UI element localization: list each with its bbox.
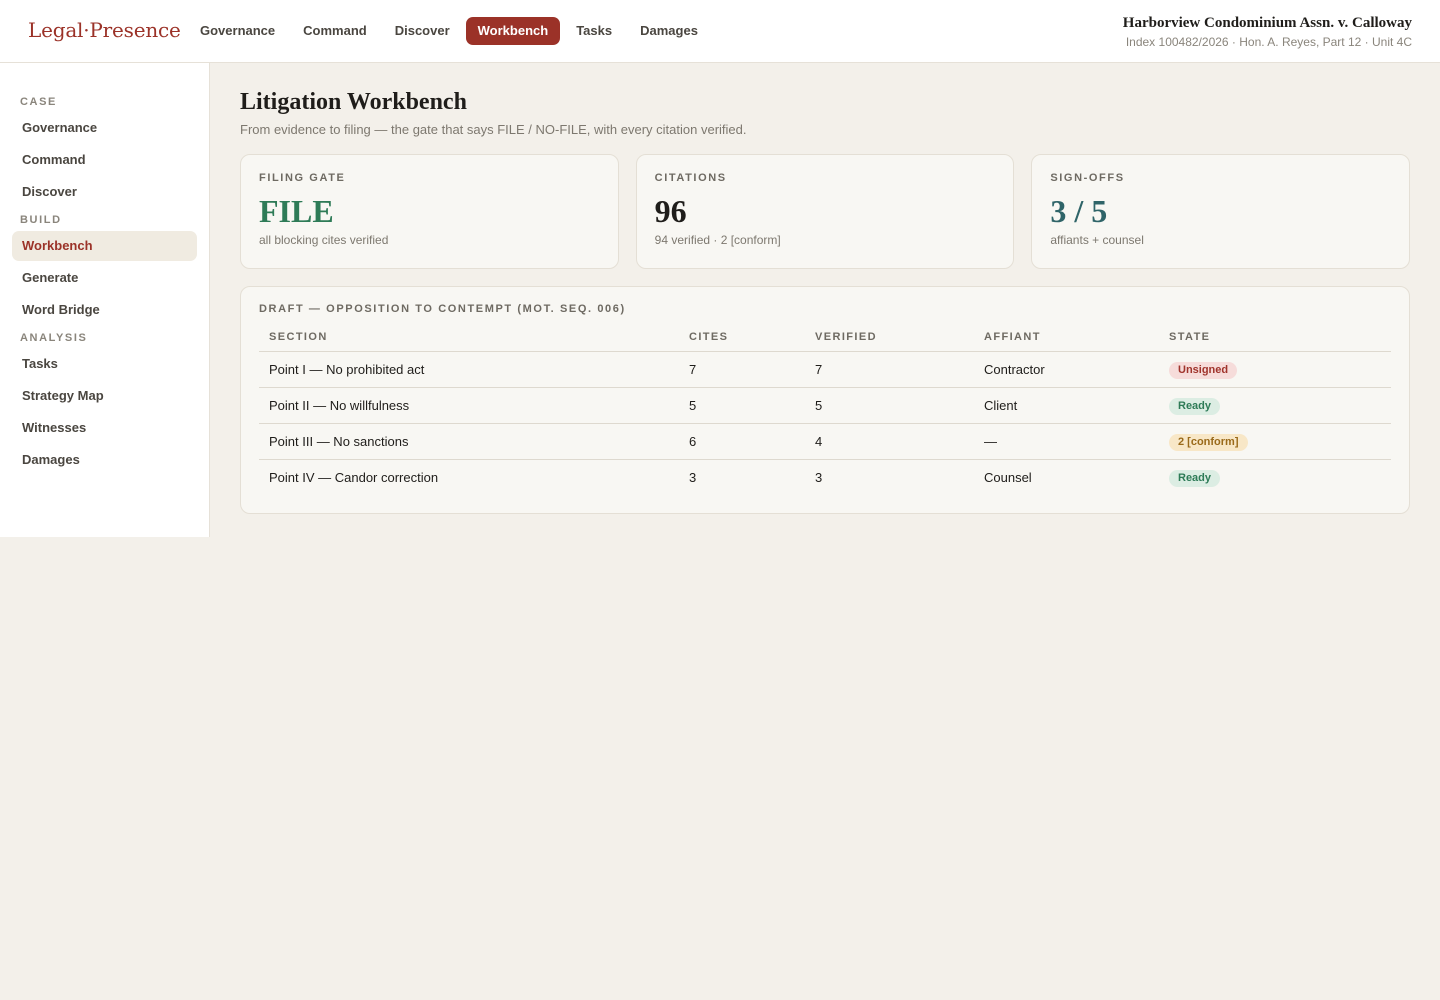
sidebar-section-case: CASE — [20, 96, 57, 108]
cell-affiant: — — [974, 423, 1159, 460]
draft-table: SECTION CITES VERIFIED AFFIANT STATE Poi… — [259, 331, 1391, 496]
filing-gate-value: FILE — [259, 193, 334, 229]
top-nav-tasks[interactable]: Tasks — [564, 17, 624, 45]
main-content: Litigation Workbench From evidence to fi… — [240, 63, 1411, 514]
status-badge: 2 [conform] — [1169, 433, 1248, 451]
sidebar-item-command[interactable]: Command — [12, 145, 197, 175]
column-header-state[interactable]: STATE — [1159, 331, 1391, 352]
column-header-section[interactable]: SECTION — [259, 331, 679, 352]
filing-gate-card: FILING GATE FILE all blocking cites veri… — [240, 154, 619, 269]
card-note: affiants + counsel — [1050, 233, 1144, 247]
table-row[interactable]: Point I — No prohibited act 7 7 Contract… — [259, 351, 1391, 388]
table-row[interactable]: Point II — No willfulness 5 5 Client Rea… — [259, 387, 1391, 424]
top-nav: Governance Command Discover Workbench Ta… — [188, 17, 710, 45]
column-header-cites[interactable]: CITES — [679, 331, 805, 352]
sidebar-item-strategy-map[interactable]: Strategy Map — [12, 381, 197, 411]
cell-section: Point II — No willfulness — [259, 387, 679, 424]
sidebar: CASE Governance Command Discover BUILD W… — [0, 63, 210, 537]
top-nav-damages[interactable]: Damages — [628, 17, 710, 45]
cell-affiant: Counsel — [984, 470, 1032, 486]
top-nav-discover[interactable]: Discover — [383, 17, 462, 45]
sidebar-item-workbench[interactable]: Workbench — [12, 231, 197, 261]
table-row[interactable]: Point III — No sanctions 6 4 — 2 [confor… — [259, 423, 1391, 460]
table-header-row: SECTION CITES VERIFIED AFFIANT STATE — [259, 331, 1391, 352]
cell-cites: 7 — [679, 351, 805, 388]
sidebar-item-damages[interactable]: Damages — [12, 445, 197, 475]
sidebar-section-build: BUILD — [20, 214, 62, 226]
card-label: CITATIONS — [654, 172, 727, 184]
card-note: all blocking cites verified — [259, 233, 389, 247]
case-header: Harborview Condominium Assn. v. Calloway… — [1123, 15, 1412, 49]
sidebar-item-witnesses[interactable]: Witnesses — [12, 413, 197, 443]
status-badge: Ready — [1169, 469, 1221, 487]
sign-offs-value: 3 / 5 — [1050, 193, 1108, 229]
cell-verified: 3 — [815, 470, 823, 486]
column-header-affiant[interactable]: AFFIANT — [974, 331, 1159, 352]
card-label: SIGN-OFFS — [1050, 172, 1125, 184]
sign-offs-card: SIGN-OFFS 3 / 5 affiants + counsel — [1031, 154, 1411, 269]
cell-cites: 5 — [679, 387, 805, 424]
cell-affiant: Client — [974, 387, 1159, 424]
card-note: 94 verified · 2 [conform] — [654, 233, 781, 247]
page-subtitle: From evidence to filing — the gate that … — [240, 122, 747, 137]
draft-title: DRAFT — OPPOSITION TO CONTEMPT (MOT. SEQ… — [259, 303, 626, 315]
top-nav-command[interactable]: Command — [291, 17, 379, 45]
cell-section: Point III — No sanctions — [259, 423, 679, 460]
case-title: Harborview Condominium Assn. v. Calloway — [1122, 15, 1412, 31]
cell-verified: 4 — [805, 423, 974, 460]
top-bar: Legal·Presence Governance Command Discov… — [0, 0, 1440, 63]
status-badge: Ready — [1169, 397, 1221, 415]
draft-panel: DRAFT — OPPOSITION TO CONTEMPT (MOT. SEQ… — [240, 286, 1410, 514]
cell-section: Point I — No prohibited act — [259, 351, 679, 388]
sidebar-item-tasks[interactable]: Tasks — [12, 349, 197, 379]
brand-right: Presence — [89, 18, 181, 42]
page-title: Litigation Workbench — [240, 89, 467, 115]
citations-value: 96 — [654, 193, 687, 229]
cell-affiant: Contractor — [974, 351, 1159, 388]
top-nav-governance[interactable]: Governance — [188, 17, 287, 45]
sidebar-section-analysis: ANALYSIS — [20, 332, 88, 344]
citations-card: CITATIONS 96 94 verified · 2 [conform] — [635, 154, 1015, 269]
top-nav-workbench[interactable]: Workbench — [465, 17, 561, 45]
status-badge: Unsigned — [1169, 361, 1238, 379]
sidebar-item-generate[interactable]: Generate — [12, 263, 197, 293]
cell-verified: 5 — [805, 387, 974, 424]
brand-left: Legal — [28, 18, 84, 42]
cell-verified: 7 — [805, 351, 974, 388]
sidebar-item-discover[interactable]: Discover — [12, 177, 197, 207]
column-header-verified[interactable]: VERIFIED — [805, 331, 974, 352]
card-label: FILING GATE — [259, 172, 346, 184]
sidebar-item-word-bridge[interactable]: Word Bridge — [12, 295, 197, 325]
brand-logo[interactable]: Legal·Presence — [28, 18, 181, 42]
summary-cards: FILING GATE FILE all blocking cites veri… — [240, 154, 1411, 269]
cell-cites: 6 — [679, 423, 805, 460]
sidebar-item-governance[interactable]: Governance — [12, 113, 197, 143]
cell-state: Unsigned — [1159, 351, 1391, 388]
case-subtitle: Index 100482/2026 · Hon. A. Reyes, Part … — [1125, 35, 1412, 49]
cell-state: 2 [conform] — [1159, 423, 1391, 460]
cell-section: Point IV — Candor correction — [269, 470, 439, 486]
table-row[interactable]: Point IV — Candor correction 3 3 Counsel… — [259, 460, 1391, 496]
cell-cites: 3 — [689, 470, 697, 486]
cell-state: Ready — [1159, 460, 1391, 496]
cell-state: Ready — [1159, 387, 1391, 424]
